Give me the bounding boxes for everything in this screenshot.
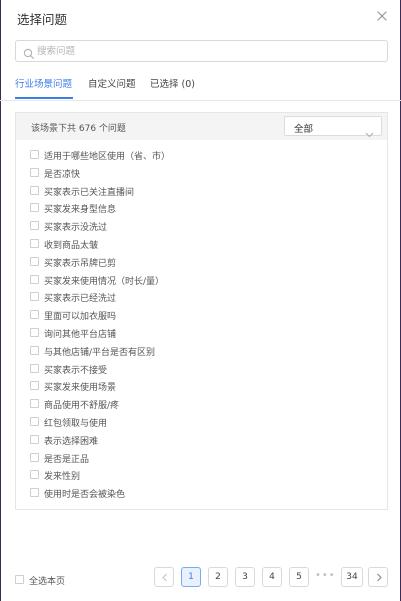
- dialog-footer: 全选本页 1 2 3 4 5 ••• 34: [0, 565, 401, 591]
- pagination-page-5[interactable]: 5: [289, 567, 309, 587]
- filter-selected-value: 全部: [294, 124, 314, 135]
- pagination-next-button[interactable]: [368, 567, 388, 587]
- checkbox[interactable]: [30, 345, 39, 355]
- tab-selected[interactable]: 已选择 (0): [150, 76, 195, 90]
- pagination-page-last[interactable]: 34: [341, 567, 363, 587]
- search-box: [15, 40, 388, 62]
- checkbox[interactable]: [30, 167, 39, 177]
- question-label: 是否凉快: [44, 169, 81, 180]
- question-label: 与其他店铺/平台是否有区别: [44, 347, 156, 358]
- pagination-page-1[interactable]: 1: [181, 567, 201, 587]
- active-tab-indicator: [15, 97, 73, 99]
- category-filter-select[interactable]: 全部: [284, 116, 382, 138]
- question-label: 适用于哪些地区使用（省、市）: [44, 152, 171, 162]
- chevron-down-icon: [365, 123, 374, 138]
- question-label: 是否是正品: [44, 454, 90, 465]
- checkbox[interactable]: [30, 381, 39, 391]
- checkbox[interactable]: [30, 221, 39, 231]
- dialog-header: 选择问题: [0, 0, 401, 34]
- question-label: 表示选择困难: [44, 436, 99, 447]
- checkbox[interactable]: [30, 399, 39, 409]
- question-label: 发来性别: [44, 472, 81, 483]
- dialog-title: 选择问题: [17, 12, 68, 27]
- question-label: 收到商品太皱: [44, 241, 99, 251]
- checkbox[interactable]: [30, 328, 39, 337]
- checkbox[interactable]: [30, 488, 39, 498]
- question-label: 商品使用不舒服/疼: [44, 401, 120, 412]
- panel-header: 该场景下共 676 个问题 全部: [16, 113, 387, 140]
- question-label: 里面可以加衣服吗: [44, 312, 117, 323]
- question-label: 买家表示不接受: [44, 365, 108, 376]
- question-label: 买家发来使用情况（时长/量）: [44, 276, 165, 287]
- chevron-left-icon: [162, 573, 167, 582]
- checkbox[interactable]: [30, 239, 39, 248]
- question-label: 买家表示已关注直播间: [44, 187, 135, 198]
- question-label: 红包领取与使用: [44, 419, 108, 429]
- question-label: 买家表示没洗过: [44, 223, 108, 234]
- tab-bar: 行业场景问题 自定义问题 已选择 (0): [0, 70, 401, 101]
- checkbox[interactable]: [30, 274, 39, 284]
- checkbox[interactable]: [30, 256, 39, 266]
- close-icon[interactable]: [374, 8, 390, 24]
- question-label: 买家表示已经洗过: [44, 294, 117, 305]
- checkbox[interactable]: [30, 363, 39, 373]
- select-all-label: 全选本页: [29, 577, 66, 587]
- checkbox[interactable]: [15, 575, 24, 584]
- checkbox[interactable]: [30, 185, 39, 195]
- pagination-page-2[interactable]: 2: [208, 567, 228, 587]
- checkbox[interactable]: [30, 417, 39, 426]
- checkbox[interactable]: [30, 310, 39, 320]
- search-icon: [23, 45, 35, 60]
- pagination-ellipsis[interactable]: •••: [315, 567, 335, 587]
- question-label: 买家表示吊牌已剪: [44, 258, 117, 269]
- pagination-page-3[interactable]: 3: [235, 567, 255, 587]
- question-label: 买家发来使用场景: [44, 383, 117, 394]
- checkbox[interactable]: [30, 203, 39, 213]
- search-input[interactable]: [37, 41, 377, 61]
- pagination-prev-button[interactable]: [154, 567, 174, 587]
- pagination-page-4[interactable]: 4: [262, 567, 282, 587]
- question-count-text: 该场景下共 676 个问题: [31, 124, 126, 134]
- checkbox[interactable]: [30, 292, 39, 302]
- checkbox[interactable]: [30, 452, 39, 462]
- question-panel: 该场景下共 676 个问题 全部 适用于哪些地区使用（省、市） 是否凉快 买家表…: [15, 112, 388, 510]
- tab-industry-questions[interactable]: 行业场景问题: [15, 76, 72, 90]
- tab-custom-questions[interactable]: 自定义问题: [88, 76, 136, 90]
- checkbox[interactable]: [30, 470, 39, 480]
- chevron-right-icon: [377, 573, 382, 582]
- checkbox[interactable]: [30, 150, 39, 159]
- question-label: 使用时是否会被染色: [44, 490, 126, 501]
- question-label: 买家发来身型信息: [44, 205, 117, 216]
- question-label: 询问其他平台店铺: [44, 330, 117, 340]
- checkbox[interactable]: [30, 434, 39, 444]
